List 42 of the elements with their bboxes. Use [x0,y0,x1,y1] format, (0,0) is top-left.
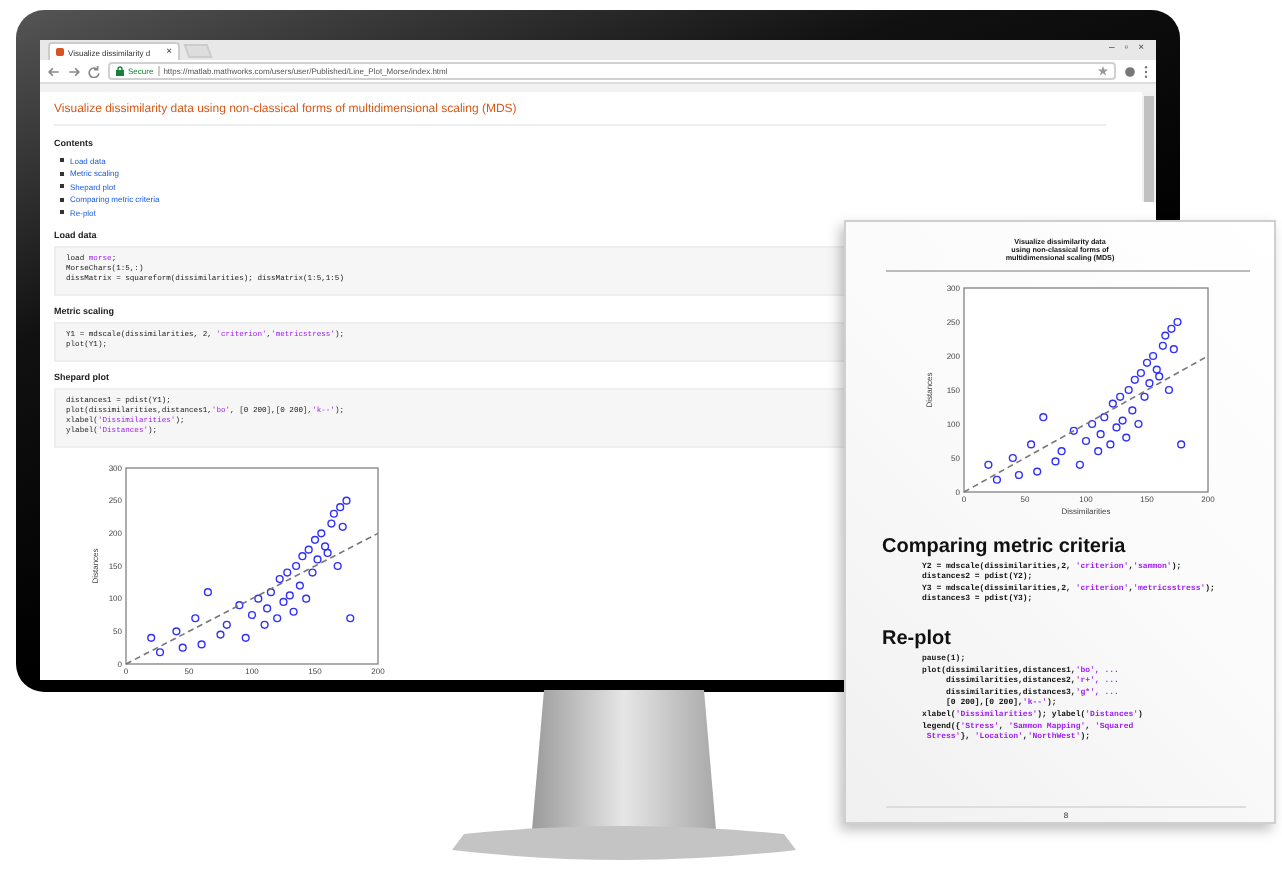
data-point [346,613,355,622]
data-point [247,609,257,619]
scrollbar[interactable] [1142,92,1156,202]
data-point [1039,412,1048,421]
data-point [203,587,212,596]
data-point [155,647,165,656]
lock-icon [116,66,124,76]
data-point [197,639,206,648]
data-point [235,600,244,609]
data-point [1008,453,1017,462]
data-point [266,587,275,596]
data-point [1134,419,1143,428]
data-point [1164,385,1174,394]
data-point [302,593,311,602]
data-point [1027,439,1036,448]
data-point [333,560,342,570]
data-point [172,626,181,635]
data-point [1033,466,1042,475]
data-point [1094,446,1103,455]
data-point [1069,425,1078,435]
data-point [147,632,156,641]
data-point [1075,459,1084,469]
star-icon[interactable] [1098,66,1108,76]
data-point [1177,439,1186,448]
data-point [260,619,269,628]
data-point [241,632,250,641]
data-point [1081,436,1091,445]
back-icon[interactable] [48,65,60,77]
data-point [1140,391,1149,401]
data-point [992,474,1002,484]
data-point [1100,412,1109,421]
section-heading: Comparing metric criteria [882,535,1128,558]
scroll-thumb[interactable] [1144,96,1154,202]
section-heading: Re-plot [882,627,953,650]
logo-icon [56,48,64,56]
data-point [984,459,993,469]
data-point [191,613,200,622]
reload-icon[interactable] [88,65,100,77]
data-point [1014,470,1023,479]
forward-icon[interactable] [68,65,80,77]
data-point [308,567,317,576]
data-point [178,642,187,651]
